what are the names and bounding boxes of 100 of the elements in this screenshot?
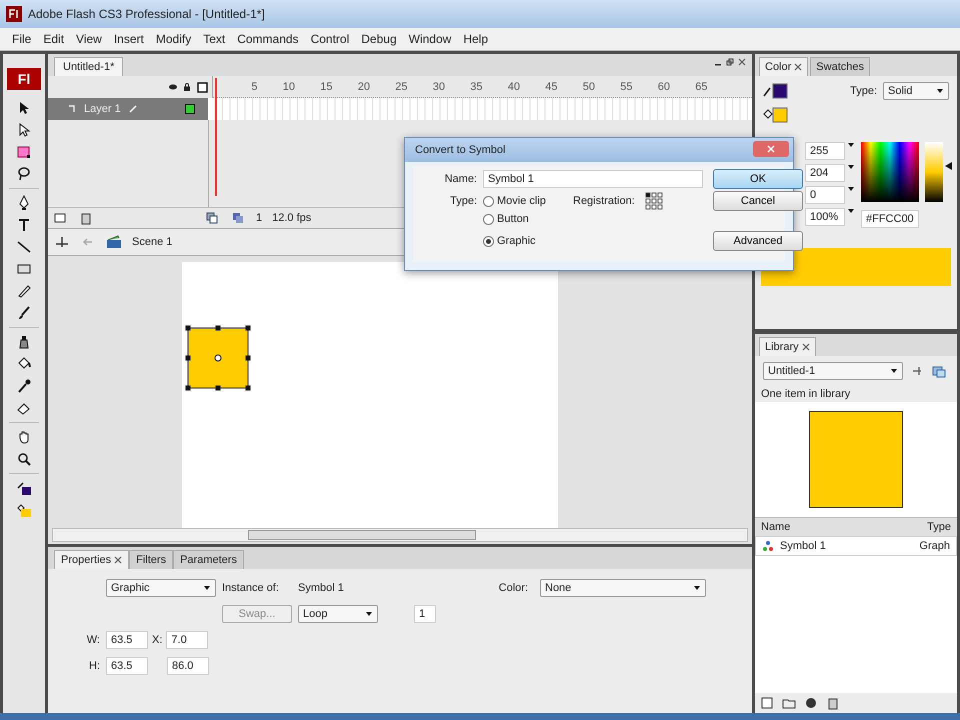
close-icon[interactable] (738, 58, 746, 66)
symbol-behavior-dropdown[interactable]: Graphic (106, 579, 216, 597)
close-icon[interactable] (114, 556, 122, 564)
cancel-button[interactable]: Cancel (713, 191, 803, 211)
color-effect-dropdown[interactable]: None (540, 579, 706, 597)
first-frame-field[interactable]: 1 (414, 605, 436, 623)
dropdown-caret-icon (203, 585, 211, 591)
library-item[interactable]: Symbol 1 Graph (755, 536, 957, 556)
brush-tool-icon[interactable] (16, 305, 32, 321)
close-icon[interactable] (802, 343, 810, 351)
color-label: Color: (498, 582, 529, 594)
transform-tool-icon[interactable] (16, 144, 32, 160)
fill-type-dropdown[interactable]: Solid (883, 82, 949, 100)
panel-tab[interactable]: Library (759, 337, 816, 356)
menu-item[interactable]: Control (304, 32, 356, 46)
radio-option[interactable]: Button (483, 213, 573, 225)
menu-item[interactable]: Commands (231, 32, 305, 46)
panel-tab[interactable]: Color (759, 57, 808, 76)
color-value-field[interactable]: 204 (805, 164, 845, 182)
radio-option[interactable]: Movie clip (483, 195, 573, 207)
column-header[interactable]: Type (927, 521, 951, 533)
properties-icon[interactable] (803, 695, 819, 711)
type-label: Type: (850, 85, 877, 97)
selected-square-drawing[interactable] (185, 325, 251, 391)
color-value-field[interactable]: 255 (805, 142, 845, 160)
color-value-field[interactable]: 100% (805, 208, 845, 226)
horizontal-scrollbar[interactable] (52, 528, 748, 542)
zoom-tool-icon[interactable] (16, 451, 32, 467)
width-label: W: (86, 634, 100, 646)
menu-item[interactable]: File (6, 32, 38, 46)
current-frame: 1 (256, 212, 262, 224)
timeline-toggle-icon[interactable] (54, 234, 70, 250)
panel-tab[interactable]: Filters (129, 550, 174, 569)
pencil-icon (128, 105, 137, 113)
height-field[interactable]: 63.5 (106, 657, 148, 675)
lasso-tool-icon[interactable] (16, 166, 32, 182)
onion-skin-icon[interactable] (204, 210, 220, 226)
layer-name: Layer 1 (84, 103, 121, 115)
panel-tab[interactable]: Swatches (810, 57, 870, 76)
panel-tab[interactable]: Parameters (173, 550, 244, 569)
restore-icon[interactable] (726, 58, 734, 66)
ok-button[interactable]: OK (713, 169, 803, 189)
menu-item[interactable]: Help (457, 32, 494, 46)
color-value-field[interactable]: 0 (805, 186, 845, 204)
scene-name[interactable]: Scene 1 (132, 236, 172, 248)
menu-item[interactable]: Edit (37, 32, 70, 46)
y-field[interactable]: 86.0 (167, 657, 209, 675)
edit-multiple-frames-icon[interactable] (230, 210, 246, 226)
menu-item[interactable]: Modify (150, 32, 198, 46)
item-type: Graph (919, 540, 950, 552)
radio-option[interactable]: Graphic (483, 235, 573, 247)
stroke-color-icon[interactable] (763, 82, 789, 100)
eye-icon[interactable] (169, 83, 177, 91)
frame-number: 60 (656, 80, 670, 92)
loop-dropdown[interactable]: Loop (298, 605, 378, 623)
menu-item[interactable]: Text (197, 32, 232, 46)
panel-tab[interactable]: Properties (54, 550, 130, 569)
color-spectrum[interactable] (861, 142, 919, 202)
layer-row[interactable]: Layer 1 (48, 98, 208, 120)
hex-field[interactable]: #FFCC00 (861, 210, 919, 228)
fill-color-icon[interactable] (16, 502, 32, 518)
close-icon (767, 145, 775, 153)
eyedropper-tool-icon[interactable] (16, 378, 32, 394)
width-field[interactable]: 63.5 (106, 631, 148, 649)
window-title: Adobe Flash CS3 Professional - [Untitled-1*] (28, 7, 265, 21)
advanced-button[interactable]: Advanced (713, 231, 803, 251)
instance-name: Symbol 1 (298, 582, 345, 594)
menu-item[interactable]: Debug (355, 32, 403, 46)
text-tool-icon[interactable] (16, 217, 32, 233)
dropdown-caret-icon (847, 142, 855, 148)
document-tab[interactable]: Untitled-1* (54, 57, 124, 76)
column-header[interactable]: Name (761, 521, 790, 533)
slider-thumb[interactable] (945, 162, 952, 170)
x-field[interactable]: 7.0 (166, 631, 208, 649)
outline-icon[interactable] (197, 82, 208, 92)
type-label: Type: (449, 195, 478, 207)
stroke-color-icon[interactable] (16, 480, 32, 496)
frame-rate: 12.0 fps (272, 212, 312, 224)
menu-item[interactable]: Window (402, 32, 458, 46)
close-icon[interactable] (794, 63, 802, 71)
new-symbol-icon[interactable] (759, 695, 775, 711)
instance-label: Instance of: (222, 582, 280, 594)
frame-number: 65 (694, 80, 708, 92)
library-item-count: One item in library (760, 387, 852, 402)
height-label: H: (88, 660, 100, 672)
frame-number: 25 (394, 80, 408, 92)
line-tool-icon[interactable] (16, 239, 32, 255)
dialog-close-button[interactable] (753, 141, 789, 157)
fill-color-icon[interactable] (763, 106, 789, 124)
frame-number: 45 (544, 80, 558, 92)
menu-item[interactable]: View (70, 32, 108, 46)
symbol-name-field[interactable]: Symbol 1 (483, 170, 703, 188)
frame-number: 30 (432, 80, 445, 92)
menu-item[interactable]: Insert (108, 32, 150, 46)
frame-number: 35 (469, 80, 482, 92)
pencil-tool-icon[interactable] (16, 283, 32, 299)
registration-grid-icon[interactable] (645, 192, 665, 210)
lock-icon[interactable] (183, 83, 191, 91)
outline-color-icon (184, 104, 195, 114)
library-document-dropdown[interactable]: Untitled-1 (763, 362, 903, 380)
